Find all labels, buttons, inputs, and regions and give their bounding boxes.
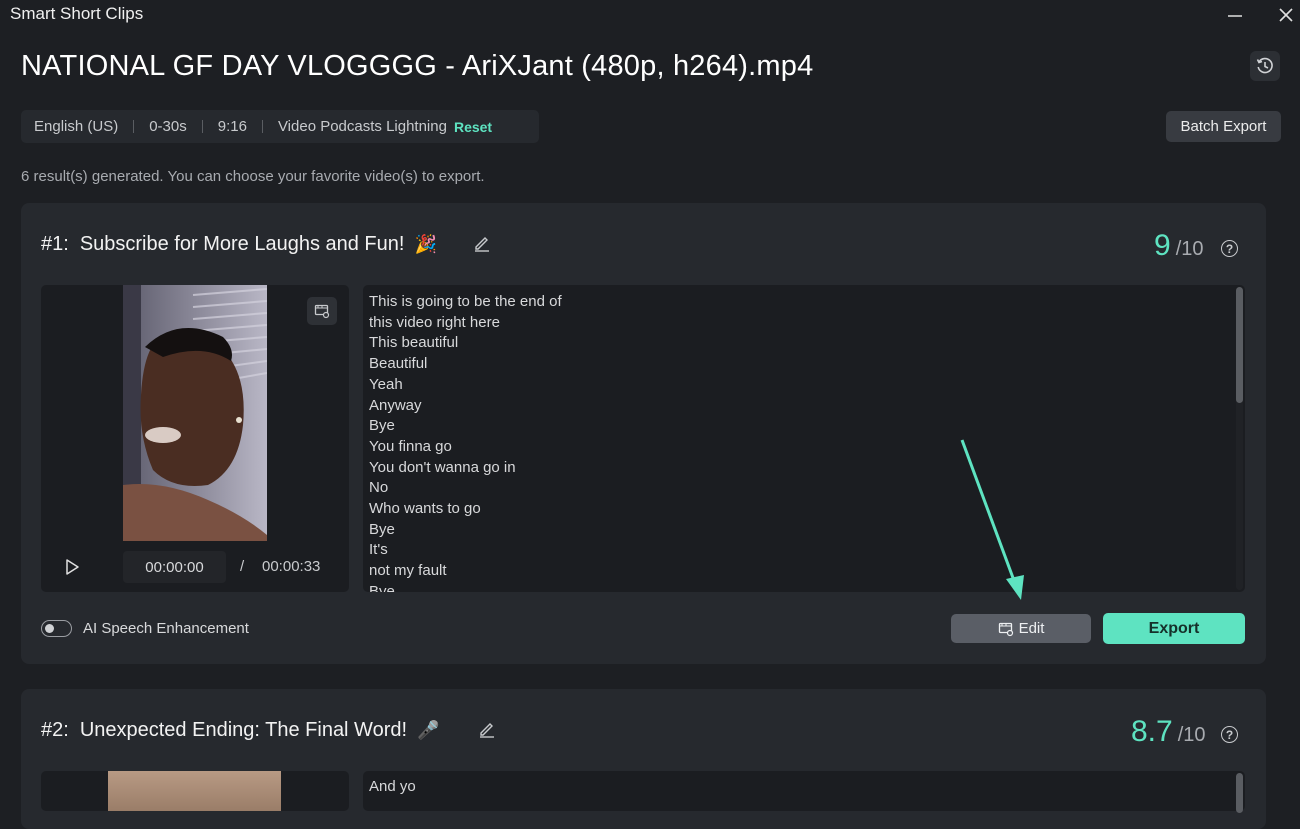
transcript-line: Who wants to go	[369, 500, 481, 518]
transcript-scrollbar[interactable]	[1236, 287, 1243, 403]
language-setting[interactable]: English (US)	[34, 118, 118, 135]
clip-title: Subscribe for More Laughs and Fun!	[79, 233, 405, 255]
play-button[interactable]	[58, 553, 86, 581]
transcript-line: Yeah	[369, 375, 403, 393]
transcript-line: Bye	[369, 520, 395, 538]
transcript-line: Anyway	[369, 396, 422, 414]
aspect-ratio-setting[interactable]: 9:16	[218, 118, 247, 135]
party-emoji-icon: 🎉	[414, 234, 437, 254]
edit-button[interactable]: Edit	[951, 614, 1091, 643]
reset-button[interactable]: Reset	[454, 119, 492, 135]
transcript-line: this video right here	[369, 313, 500, 331]
minimize-button[interactable]	[1220, 2, 1250, 28]
clip-score: 8.7 /10	[1131, 715, 1206, 749]
transcript-line: You don't wanna go in	[369, 458, 516, 476]
divider	[201, 120, 203, 133]
transcript-line: This is going to be the end of	[369, 293, 562, 310]
play-icon	[66, 559, 79, 575]
current-time: 00:00:00	[123, 551, 226, 583]
transcript-line: You finna go	[369, 437, 452, 455]
frame-settings-button[interactable]	[307, 297, 337, 325]
clip-title-row: #1: Subscribe for More Laughs and Fun! 🎉	[41, 233, 437, 256]
transcript-line: This beautiful	[369, 334, 459, 352]
close-icon	[1279, 8, 1293, 22]
score-value: 9	[1154, 229, 1171, 262]
divider	[133, 120, 135, 133]
transcript-text: This is going to be the end of this vide…	[369, 292, 562, 592]
clip-score: 9 /10	[1154, 229, 1204, 263]
clip-title: Unexpected Ending: The Final Word!	[79, 719, 408, 741]
help-icon[interactable]: ?	[1221, 726, 1238, 743]
transcript-line: No	[369, 479, 389, 497]
divider	[261, 120, 263, 133]
video-thumbnail[interactable]	[123, 285, 267, 541]
duration-setting[interactable]: 0-30s	[149, 118, 187, 135]
batch-export-button[interactable]: Batch Export	[1166, 111, 1281, 142]
edit-button-label: Edit	[1018, 620, 1045, 637]
settings-summary: English (US) 0-30s 9:16 Video Podcasts L…	[21, 110, 539, 143]
history-icon	[1256, 57, 1273, 74]
transcript-line: Beautiful	[369, 355, 428, 373]
history-button[interactable]	[1250, 51, 1280, 81]
transcript-scrollbar[interactable]	[1236, 773, 1243, 813]
total-duration: 00:00:33	[262, 558, 321, 575]
transcript-line: It's	[369, 541, 388, 559]
score-value: 8.7	[1131, 715, 1173, 748]
transcript-line: not my fault	[369, 562, 447, 580]
export-button[interactable]: Export	[1103, 613, 1245, 644]
help-icon[interactable]: ?	[1221, 240, 1238, 257]
toggle-knob	[45, 623, 54, 633]
edit-title-button[interactable]	[478, 720, 496, 738]
clip-number: #1:	[41, 233, 69, 255]
film-frame-icon	[314, 304, 330, 319]
clip-title-row: #2: Unexpected Ending: The Final Word! 🎤	[41, 719, 439, 742]
page-title: NATIONAL GF DAY VLOGGGG - AriXJant (480p…	[21, 50, 814, 82]
result-count-text: 6 result(s) generated. You can choose yo…	[21, 168, 485, 185]
transcript-line: And yo	[369, 778, 416, 795]
annotation-arrow	[960, 439, 1024, 600]
time-separator: /	[240, 558, 245, 575]
score-max: /10	[1175, 238, 1204, 260]
score-max: /10	[1177, 724, 1206, 746]
pencil-icon	[475, 237, 489, 252]
clip-number: #2:	[41, 719, 69, 741]
transcript-panel[interactable]: This is going to be the end of this vide…	[363, 285, 1245, 592]
pencil-icon	[480, 723, 494, 738]
window-title: Smart Short Clips	[10, 4, 144, 23]
transcript-panel[interactable]: And yo	[363, 771, 1245, 811]
template-setting[interactable]: Video Podcasts Lightning	[278, 118, 447, 135]
film-edit-icon	[998, 622, 1013, 636]
microphone-emoji-icon: 🎤	[417, 720, 440, 740]
ai-speech-toggle[interactable]	[41, 620, 72, 637]
edit-title-button[interactable]	[473, 234, 491, 252]
video-thumbnail[interactable]	[108, 771, 281, 811]
minimize-icon	[1228, 15, 1242, 17]
ai-speech-label: AI Speech Enhancement	[83, 620, 249, 637]
transcript-line: Bye	[369, 417, 395, 435]
transcript-line: Bye	[369, 582, 395, 592]
close-button[interactable]	[1271, 2, 1300, 28]
